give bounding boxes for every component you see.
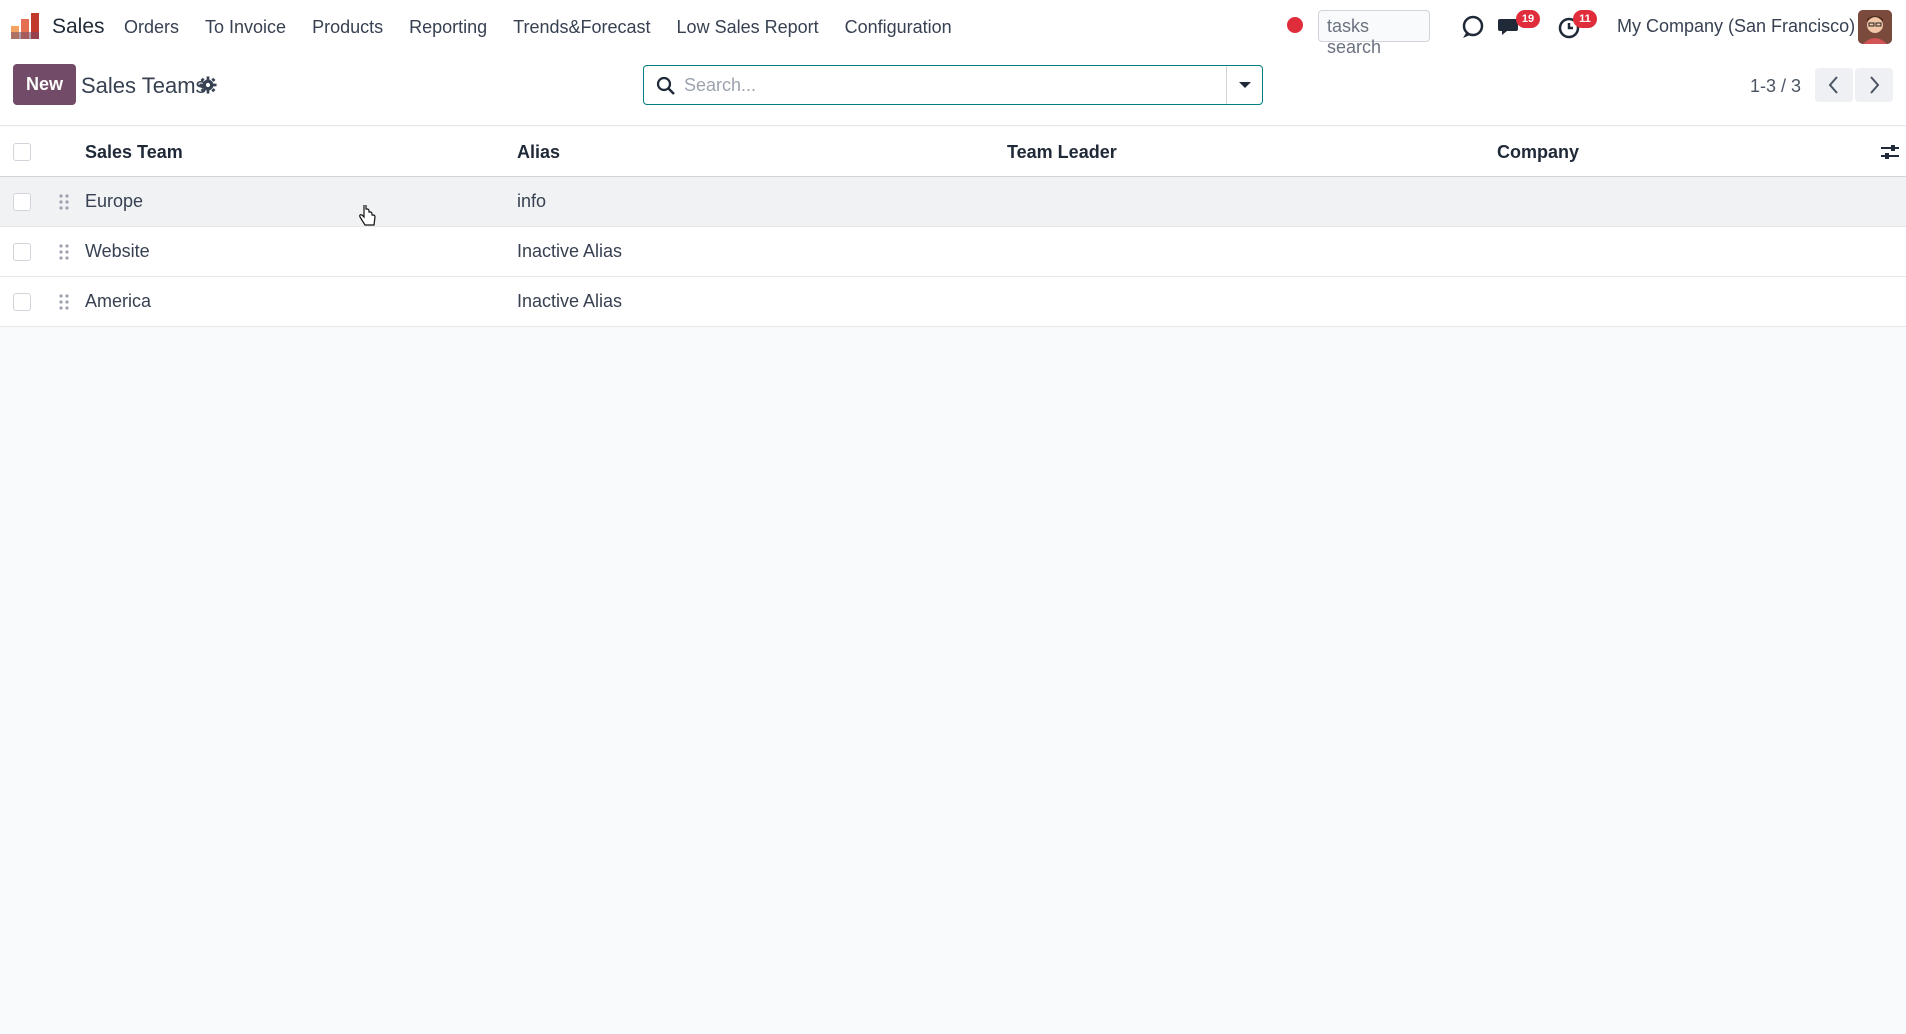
sales-teams-table: Sales Team Alias Team Leader Company Eur…	[0, 127, 1906, 327]
pager-value[interactable]: 1-3 / 3	[1750, 76, 1801, 97]
main-menu: Orders To Invoice Products Reporting Tre…	[124, 0, 978, 54]
activities-count-badge: 11	[1573, 10, 1597, 28]
cell-sales-team: Europe	[85, 191, 144, 211]
row-checkbox[interactable]	[13, 293, 31, 311]
menu-item-low-sales-report[interactable]: Low Sales Report	[677, 17, 819, 38]
discuss-icon[interactable]	[1459, 13, 1487, 41]
cell-sales-team: Website	[85, 241, 150, 261]
user-avatar[interactable]	[1858, 10, 1892, 44]
recording-indicator-icon[interactable]	[1287, 17, 1303, 33]
chevron-right-icon	[1870, 76, 1880, 94]
messages-count-badge: 19	[1516, 10, 1540, 28]
user-avatar-icon	[1858, 10, 1892, 44]
top-navbar: Sales Orders To Invoice Products Reporti…	[0, 0, 1906, 57]
search-options-toggle[interactable]	[1226, 66, 1262, 104]
menu-item-to-invoice[interactable]: To Invoice	[205, 17, 286, 38]
page-title[interactable]: Sales Teams	[81, 73, 207, 99]
cell-sales-team: America	[85, 291, 152, 311]
search-icon	[656, 76, 675, 95]
pager-previous-button[interactable]	[1815, 68, 1853, 102]
search-bar	[643, 65, 1263, 105]
control-panel: New Sales Teams 1-3 / 3	[0, 54, 1906, 126]
table-row[interactable]: Website Inactive Alias	[0, 227, 1906, 277]
cell-alias: info	[517, 191, 547, 211]
column-header-sales-team[interactable]: Sales Team	[85, 142, 183, 163]
table-header: Sales Team Alias Team Leader Company	[0, 127, 1906, 177]
menu-item-configuration[interactable]: Configuration	[845, 17, 952, 38]
column-header-company[interactable]: Company	[1497, 142, 1579, 163]
row-checkbox[interactable]	[13, 193, 31, 211]
sales-logo-icon[interactable]	[10, 12, 40, 40]
cell-alias: Inactive Alias	[517, 241, 623, 261]
pager-next-button[interactable]	[1855, 68, 1893, 102]
menu-item-trends-forecast[interactable]: Trends&Forecast	[513, 17, 650, 38]
new-button[interactable]: New	[13, 64, 76, 105]
table-row[interactable]: America Inactive Alias	[0, 277, 1906, 327]
caret-down-icon	[1239, 82, 1251, 88]
menu-item-reporting[interactable]: Reporting	[409, 17, 487, 38]
cell-alias: Inactive Alias	[517, 291, 623, 311]
row-checkbox[interactable]	[13, 243, 31, 261]
column-header-alias[interactable]: Alias	[517, 142, 560, 163]
mouse-pointer-hand-icon	[359, 205, 376, 226]
optional-columns-icon[interactable]	[1880, 142, 1900, 162]
column-header-team-leader[interactable]: Team Leader	[1007, 142, 1117, 163]
tasks-search-input[interactable]: tasks search	[1318, 10, 1430, 57]
search-input[interactable]	[684, 70, 1204, 100]
chevron-left-icon	[1828, 76, 1838, 94]
app-name[interactable]: Sales	[52, 15, 105, 39]
menu-item-orders[interactable]: Orders	[124, 17, 179, 38]
select-all-checkbox[interactable]	[13, 143, 31, 161]
drag-handle-icon[interactable]	[59, 243, 69, 261]
table-row[interactable]: Europe info	[0, 177, 1906, 227]
company-switcher[interactable]: My Company (San Francisco)	[1617, 16, 1855, 37]
menu-item-products[interactable]: Products	[312, 17, 383, 38]
drag-handle-icon[interactable]	[59, 193, 69, 211]
gear-icon[interactable]	[199, 76, 217, 94]
drag-handle-icon[interactable]	[59, 293, 69, 311]
